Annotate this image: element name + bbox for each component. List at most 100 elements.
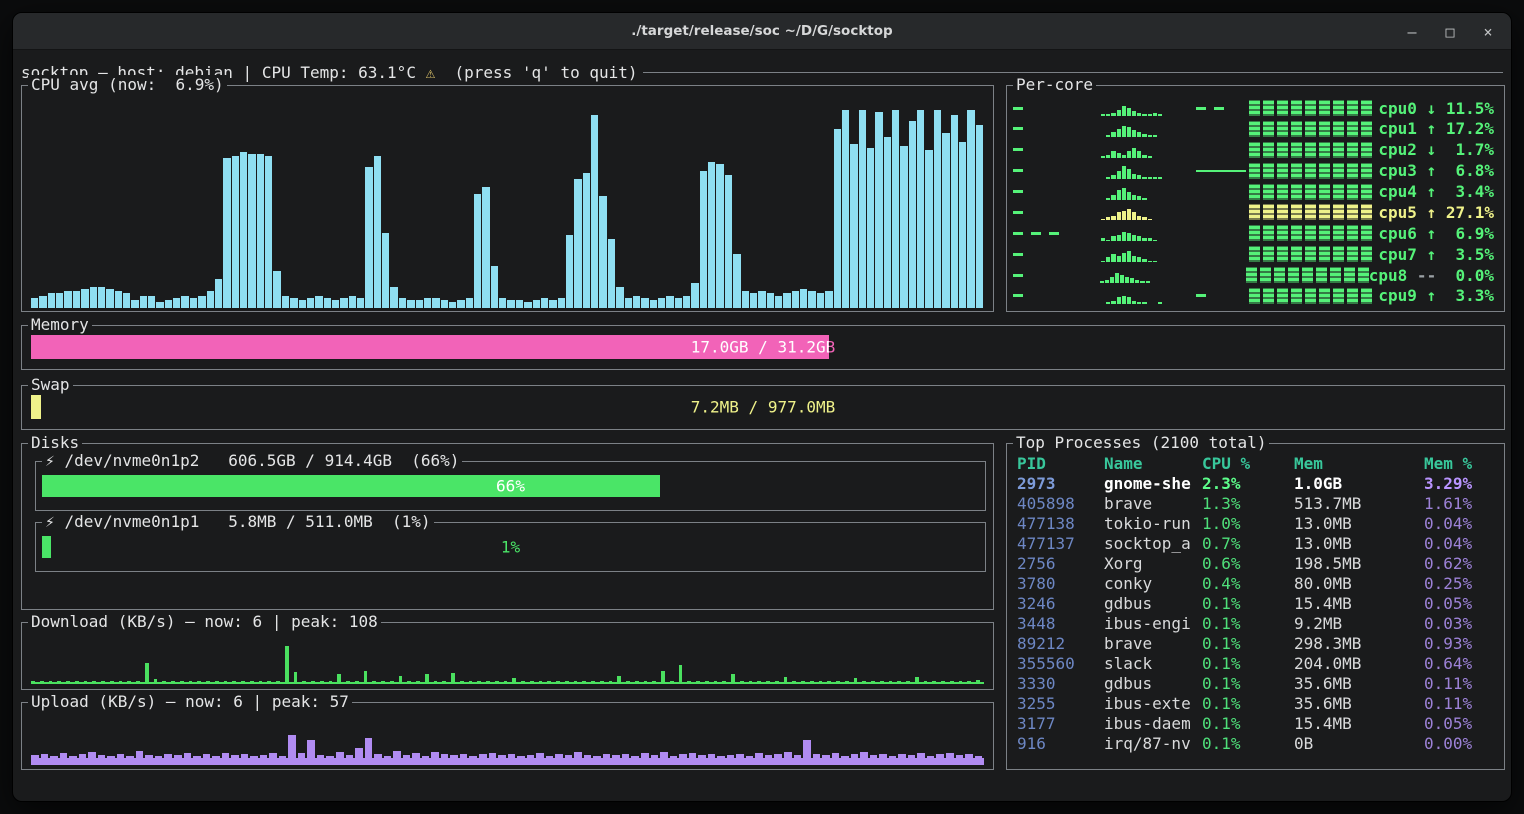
cpu-usage-bar [917,110,924,308]
cpu-usage-bar [758,291,765,308]
core-sparkline [1101,246,1193,262]
process-cell-cpu: 0.1% [1202,734,1294,754]
cpu-usage-bar [374,156,381,308]
maximize-button[interactable]: □ [1443,23,1457,41]
warning-icon: ⚠ [426,63,436,82]
processes-panel: Top Processes (2100 total) PIDNameCPU %M… [1006,443,1505,770]
process-cell-mem: 35.6MB [1294,674,1424,694]
core-history-marks [1013,274,1100,277]
cpu-usage-bar [340,298,347,308]
cpu-usage-bar [240,152,247,308]
core-sparkline [1101,163,1193,179]
upload-title: Upload (KB/s) — now: 6 | peak: 57 [28,692,352,712]
core-history-marks [1013,190,1101,193]
process-cell-mem: 513.7MB [1294,494,1424,514]
disk-item-label: /dev/nvme0n1p2 606.5GB / 914.4GB (66%) [55,451,460,470]
cpu-usage-bar [859,110,866,308]
disk-gauge-label-filled: 1% [42,538,51,557]
cpu-usage-bar [407,300,414,308]
process-cell-mem: 9.2MB [1294,614,1424,634]
core-history-marks [1013,253,1101,256]
core-row-cpu9: cpu9 ↑ 3.3% [1013,286,1496,306]
process-cell-memp: 3.29% [1424,474,1496,494]
cpu-usage-bar [650,300,657,308]
process-cell-cpu: 1.0% [1202,514,1294,534]
process-row[interactable]: 477137socktop_a0.7%13.0MB0.04% [1017,534,1496,554]
disks-panel: Disks ⚡ /dev/nvme0n1p2 606.5GB / 914.4GB… [21,443,994,610]
cpu-usage-bar [549,300,556,308]
process-cell-pid: 477137 [1017,534,1104,554]
core-row-cpu2: cpu2 ↓ 1.7% [1013,140,1496,160]
core-sparkline [1101,204,1193,220]
cpu-usage-bar [466,298,473,308]
process-cell-name: gnome-she [1104,474,1202,494]
cpu-usage-bar [892,110,899,308]
cpu-usage-bar [825,291,832,308]
process-row[interactable]: 89212brave0.1%298.3MB0.93% [1017,634,1496,654]
cpu-usage-bar [641,298,648,308]
core-history-marks [1013,232,1101,235]
core-sparkline [1101,225,1193,241]
cpu-usage-bar [31,298,38,308]
process-cell-cpu: 0.1% [1202,674,1294,694]
core-activity-block [1249,288,1374,304]
core-label: cpu6 ↑ 6.9% [1374,224,1494,243]
core-sparkline [1101,100,1193,116]
cpu-avg-chart [31,100,984,308]
terminal-window: ./target/release/soc ~/D/G/socktop – □ ×… [12,12,1512,802]
core-history-marks [1013,148,1101,151]
cpu-usage-bar [148,296,155,308]
process-cell-mem: 15.4MB [1294,714,1424,734]
minimize-button[interactable]: – [1405,23,1419,41]
core-sparkline [1101,142,1193,158]
titlebar[interactable]: ./target/release/soc ~/D/G/socktop – □ × [13,13,1511,50]
process-cell-cpu: 0.7% [1202,534,1294,554]
swap-gauge: 7.2MB / 977.0MB 7.2MB / 977.0MB [31,395,1495,419]
cpu-usage-bar [566,235,573,308]
cpu-usage-bar [533,300,540,308]
process-row[interactable]: 3177ibus-daem0.1%15.4MB0.05% [1017,714,1496,734]
cpu-usage-bar [390,287,397,308]
process-row[interactable]: 477138tokio-run1.0%13.0MB0.04% [1017,514,1496,534]
process-row[interactable]: 3330gdbus0.1%35.6MB0.11% [1017,674,1496,694]
cpu-usage-bar [416,300,423,308]
process-cell-mem: 13.0MB [1294,514,1424,534]
column-header: CPU % [1202,454,1294,474]
cpu-usage-bar [800,289,807,308]
process-cell-memp: 0.04% [1424,514,1496,534]
download-title: Download (KB/s) — now: 6 | peak: 108 [28,612,381,632]
disk-item-label: /dev/nvme0n1p1 5.8MB / 511.0MB (1%) [55,512,431,531]
process-row[interactable]: 3255ibus-exte0.1%35.6MB0.11% [1017,694,1496,714]
cpu-usage-bar [599,196,606,308]
process-row[interactable]: 355560slack0.1%204.0MB0.64% [1017,654,1496,674]
process-cell-name: brave [1104,494,1202,514]
process-row[interactable]: 3246gdbus0.1%15.4MB0.05% [1017,594,1496,614]
core-label: cpu1 ↑ 17.2% [1374,119,1494,138]
core-history-marks [1013,107,1101,110]
core-row-cpu7: cpu7 ↑ 3.5% [1013,244,1496,264]
core-history-marks [1013,127,1101,130]
process-row[interactable]: 2756Xorg0.6%198.5MB0.62% [1017,554,1496,574]
cpu-usage-bar [775,296,782,308]
download-bar [145,663,149,682]
process-cell-cpu: 0.6% [1202,554,1294,574]
process-row[interactable]: 405898brave1.3%513.7MB1.61% [1017,494,1496,514]
process-row[interactable]: 2973gnome-she2.3%1.0GB3.29% [1017,474,1496,494]
cpu-usage-bar [808,291,815,308]
cpu-usage-bar [457,300,464,308]
per-core-title: Per-core [1013,75,1096,95]
process-row[interactable]: 3448ibus-engi0.1%9.2MB0.03% [1017,614,1496,634]
cpu-usage-bar [39,296,46,308]
cpu-usage-bar [499,298,506,308]
cpu-usage-bar [190,298,197,308]
upload-baseline [31,758,984,765]
process-cell-mem: 1.0GB [1294,474,1424,494]
core-history-marks [1013,169,1101,172]
cpu-usage-bar [967,110,974,308]
process-row[interactable]: 3780conky0.4%80.0MB0.25% [1017,574,1496,594]
process-row[interactable]: 916irq/87-nv0.1%0B0.00% [1017,734,1496,754]
close-button[interactable]: × [1481,23,1495,41]
cpu-usage-bar [558,298,565,308]
memory-gauge-label-filled: 17.0GB / 31.2GB [31,338,829,357]
cpu-usage-bar [223,158,230,308]
